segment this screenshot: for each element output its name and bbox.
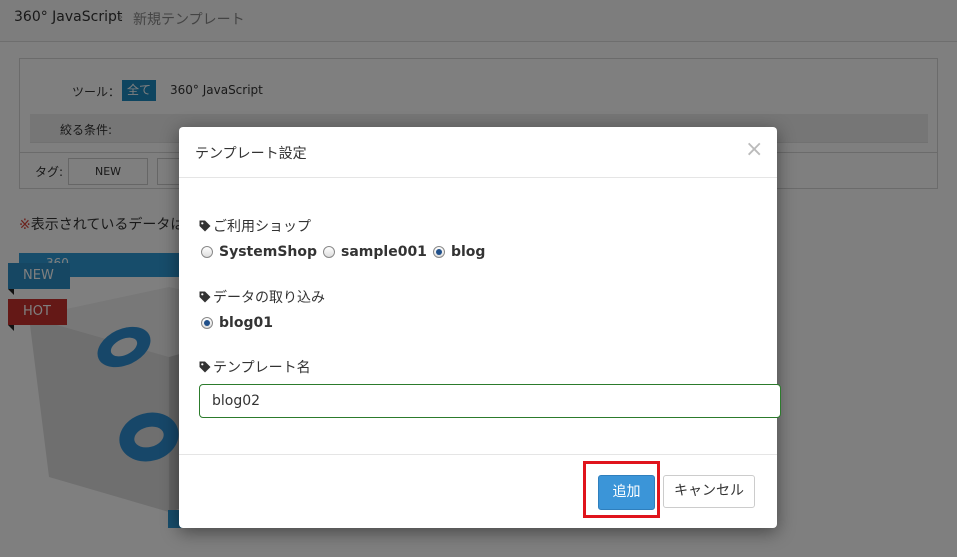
- import-section-text: データの取り込み: [213, 290, 325, 306]
- modal-header: テンプレート設定 ×: [179, 127, 777, 178]
- import-section-label: データの取り込み: [199, 287, 325, 307]
- import-radio-blog01[interactable]: [201, 317, 213, 329]
- cancel-button[interactable]: キャンセル: [663, 475, 755, 508]
- shop-radio-systemshop[interactable]: [201, 246, 213, 258]
- template-name-input[interactable]: [199, 384, 781, 418]
- tag-icon: [199, 291, 211, 303]
- shop-radio-group: SystemShop sample001 blog: [201, 244, 491, 260]
- modal-title: テンプレート設定: [195, 146, 307, 162]
- tag-icon: [199, 361, 211, 373]
- close-icon[interactable]: ×: [745, 139, 763, 161]
- shop-radio-sample001[interactable]: [323, 246, 336, 258]
- import-radio-group: blog01: [201, 315, 279, 331]
- shop-label-systemshop[interactable]: SystemShop: [219, 244, 317, 260]
- template-name-text: テンプレート名: [213, 360, 311, 376]
- shop-section-label: ご利用ショップ: [199, 216, 311, 236]
- shop-label-sample001[interactable]: sample001: [341, 244, 427, 260]
- tag-icon: [199, 220, 211, 232]
- import-label-blog01[interactable]: blog01: [219, 315, 273, 331]
- modal-footer: 追加 キャンセル: [179, 454, 777, 529]
- template-name-label: テンプレート名: [199, 357, 311, 377]
- shop-label-blog[interactable]: blog: [451, 244, 485, 260]
- template-settings-dialog: テンプレート設定 × ご利用ショップ SystemShop sample001 …: [179, 127, 781, 529]
- shop-radio-blog[interactable]: [432, 246, 445, 258]
- add-button[interactable]: 追加: [598, 475, 655, 510]
- shop-section-text: ご利用ショップ: [213, 219, 311, 235]
